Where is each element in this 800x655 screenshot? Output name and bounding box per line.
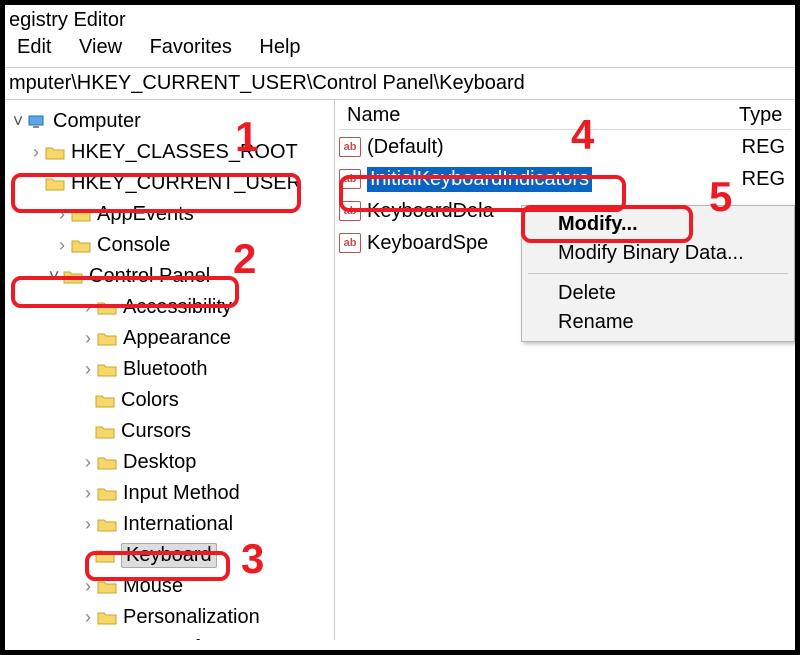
chevron-right-icon[interactable] (79, 359, 97, 380)
tree-label: PowerCfg (123, 637, 211, 640)
chevron-right-icon[interactable] (79, 328, 97, 349)
chevron-right-icon[interactable] (79, 576, 97, 597)
col-name[interactable]: Name (339, 104, 719, 127)
tree-label: Desktop (123, 451, 196, 474)
registry-editor-window: egistry Editor Edit View Favorites Help … (0, 0, 800, 655)
menu-view[interactable]: View (79, 36, 122, 58)
tree-powercfg[interactable]: PowerCfg (7, 633, 332, 640)
value-default[interactable]: ab (Default) REG (339, 132, 791, 162)
value-name: KeyboardSpe (367, 232, 488, 255)
value-name: (Default) (367, 136, 444, 159)
ctx-rename[interactable]: Rename (524, 308, 792, 337)
tree-hkey-classes-root[interactable]: HKEY_CLASSES_ROOT (7, 137, 332, 168)
folder-icon (45, 145, 65, 161)
window-title: egistry Editor (5, 5, 795, 34)
string-value-icon: ab (339, 169, 361, 189)
tree-keyboard[interactable]: Keyboard (7, 540, 332, 571)
tree-label: HKEY_CURRENT_USER (71, 172, 301, 195)
address-bar[interactable]: mputer\HKEY_CURRENT_USER\Control Panel\K… (5, 67, 795, 100)
folder-icon (71, 207, 91, 223)
menu-bar: Edit View Favorites Help (5, 34, 795, 67)
tree-bluetooth[interactable]: Bluetooth (7, 354, 332, 385)
value-type: REG (742, 168, 791, 191)
folder-icon (71, 238, 91, 254)
chevron-right-icon[interactable] (79, 297, 97, 318)
context-menu: Modify... Modify Binary Data... Delete R… (521, 205, 795, 342)
tree-label: Colors (121, 389, 179, 412)
folder-icon (97, 455, 117, 471)
value-list-pane[interactable]: Name Type ab (Default) REG ab InitialKey… (335, 100, 795, 640)
chevron-right-icon[interactable] (79, 607, 97, 628)
tree-label: AppEvents (97, 203, 194, 226)
value-name: KeyboardDela (367, 200, 494, 223)
tree-desktop[interactable]: Desktop (7, 447, 332, 478)
tree-label: International (123, 513, 233, 536)
chevron-right-icon[interactable] (79, 638, 97, 640)
tree-label: Cursors (121, 420, 191, 443)
value-type: REG (742, 136, 791, 159)
tree-label: Keyboard (121, 543, 217, 568)
tree-label: HKEY_CLASSES_ROOT (71, 141, 298, 164)
ctx-divider (528, 273, 788, 274)
folder-icon (63, 269, 83, 285)
tree-colors[interactable]: Colors (7, 385, 332, 416)
folder-icon (95, 393, 115, 409)
content-area: Computer HKEY_CLASSES_ROOT HKEY_CURRENT_… (5, 100, 795, 640)
menu-help[interactable]: Help (259, 36, 300, 58)
tree-root-computer[interactable]: Computer (7, 106, 332, 137)
tree-label: Control Panel (89, 265, 210, 288)
col-type[interactable]: Type (719, 104, 791, 127)
chevron-right-icon[interactable] (79, 483, 97, 504)
folder-icon (97, 331, 117, 347)
chevron-right-icon[interactable] (79, 452, 97, 473)
folder-icon (97, 486, 117, 502)
chevron-right-icon[interactable] (79, 514, 97, 535)
tree-label: Console (97, 234, 170, 257)
tree-pane[interactable]: Computer HKEY_CLASSES_ROOT HKEY_CURRENT_… (5, 100, 335, 640)
folder-icon (95, 548, 115, 564)
tree-label: Mouse (123, 575, 183, 598)
value-initialkeyboardindicators[interactable]: ab InitialKeyboardIndicators REG (339, 164, 791, 194)
column-header[interactable]: Name Type (339, 104, 791, 130)
ctx-modify-binary[interactable]: Modify Binary Data... (524, 239, 792, 268)
tree-accessibility[interactable]: Accessibility (7, 292, 332, 323)
tree-appearance[interactable]: Appearance (7, 323, 332, 354)
tree-international[interactable]: International (7, 509, 332, 540)
tree-label: Computer (53, 110, 141, 133)
computer-icon (27, 114, 47, 130)
chevron-down-icon[interactable] (9, 111, 27, 132)
string-value-icon: ab (339, 137, 361, 157)
tree-control-panel[interactable]: Control Panel (7, 261, 332, 292)
tree-label: Appearance (123, 327, 231, 350)
tree-mouse[interactable]: Mouse (7, 571, 332, 602)
tree-input-method[interactable]: Input Method (7, 478, 332, 509)
ctx-modify[interactable]: Modify... (524, 210, 792, 239)
string-value-icon: ab (339, 201, 361, 221)
ctx-delete[interactable]: Delete (524, 279, 792, 308)
tree-label: Bluetooth (123, 358, 208, 381)
folder-icon (45, 176, 65, 192)
chevron-right-icon[interactable] (53, 235, 71, 256)
folder-icon (95, 424, 115, 440)
chevron-right-icon[interactable] (53, 204, 71, 225)
tree-cursors[interactable]: Cursors (7, 416, 332, 447)
tree-hkey-current-user[interactable]: HKEY_CURRENT_USER (7, 168, 332, 199)
chevron-down-icon[interactable] (45, 266, 63, 287)
tree-label: Personalization (123, 606, 260, 629)
tree-label: Accessibility (123, 296, 232, 319)
folder-icon (97, 517, 117, 533)
folder-icon (97, 579, 117, 595)
folder-icon (97, 300, 117, 316)
tree-console[interactable]: Console (7, 230, 332, 261)
menu-favorites[interactable]: Favorites (150, 36, 232, 58)
folder-icon (97, 362, 117, 378)
tree-appevents[interactable]: AppEvents (7, 199, 332, 230)
tree-personalization[interactable]: Personalization (7, 602, 332, 633)
tree-label: Input Method (123, 482, 240, 505)
menu-edit[interactable]: Edit (17, 36, 51, 58)
value-name: InitialKeyboardIndicators (367, 167, 592, 192)
string-value-icon: ab (339, 233, 361, 253)
folder-icon (97, 610, 117, 626)
chevron-right-icon[interactable] (27, 142, 45, 163)
